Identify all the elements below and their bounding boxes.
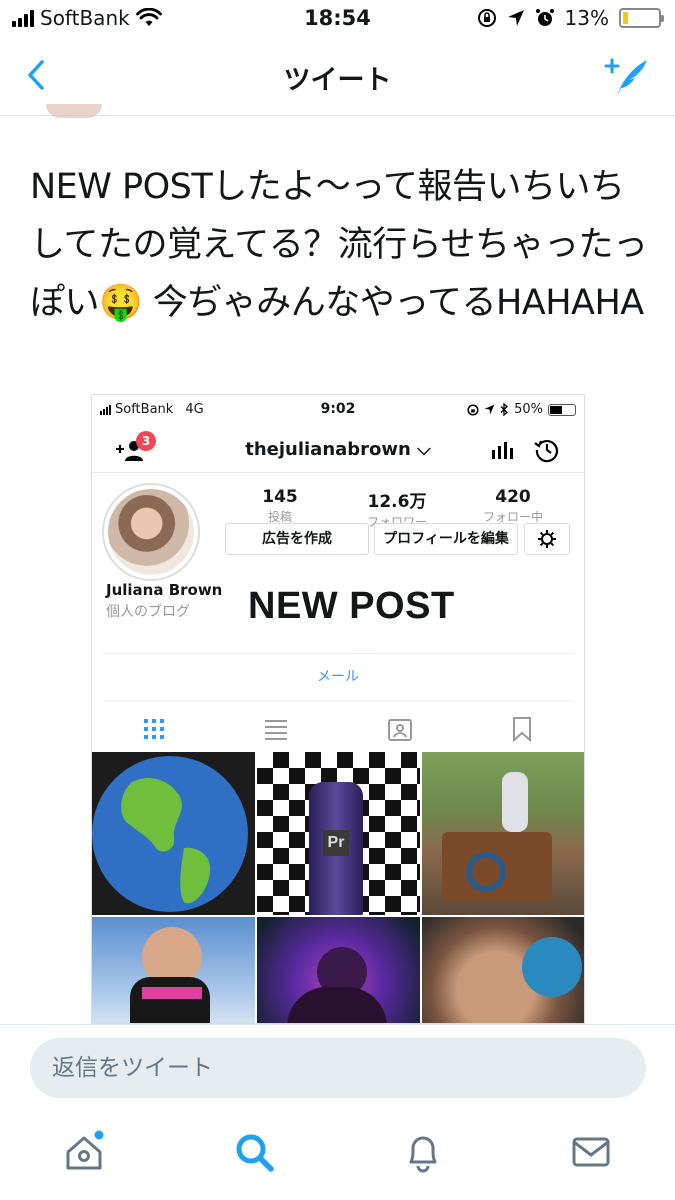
alarm-icon: [535, 9, 554, 26]
embed-status-bar: SoftBank 4G 9:02 50%: [92, 395, 584, 425]
grid-icon[interactable]: [140, 715, 168, 743]
post-thumbnail-bottle[interactable]: Pr: [257, 752, 420, 915]
promote-button[interactable]: 広告を作成: [225, 523, 369, 555]
post-thumbnail-beach[interactable]: [92, 917, 255, 1023]
battery-percent: 13%: [564, 6, 609, 30]
post-thumbnail-globe[interactable]: [92, 752, 255, 915]
status-bar: SoftBank 18:54 13%: [0, 0, 675, 40]
gear-icon: [538, 530, 556, 548]
divider: [0, 1024, 675, 1025]
new-post-overlay-text: NEW POST: [248, 585, 455, 627]
profile-bio: 個人のブログ: [106, 604, 190, 620]
bookmark-icon[interactable]: [508, 715, 536, 743]
embed-profile-header: 3 thejulianabrown ⌵: [92, 425, 584, 473]
post-thumbnail-neon[interactable]: [257, 917, 420, 1023]
tweet-attached-image[interactable]: SoftBank 4G 9:02 50% 3 thejulianabrown ⌵: [91, 394, 585, 1024]
bottom-tab-bar: [0, 1110, 675, 1200]
compose-tweet-icon[interactable]: [603, 54, 653, 98]
rotation-lock-icon: [477, 9, 496, 27]
notifications-icon[interactable]: [401, 1130, 445, 1174]
author-avatar[interactable]: [46, 104, 102, 118]
embed-battery-percent: 50%: [514, 402, 543, 417]
contact-email-button[interactable]: メール: [102, 653, 574, 701]
history-icon[interactable]: [534, 437, 560, 463]
location-icon: [507, 10, 524, 26]
embed-bluetooth-icon: [500, 403, 509, 416]
embed-profile-section: 145 投稿 12.6万 フォロワー 420 フォロー中 広告を作成 プロフィー…: [92, 473, 584, 653]
settings-button[interactable]: [524, 523, 570, 555]
embed-location-icon: [484, 404, 495, 415]
page-title: ツイート: [283, 65, 392, 96]
messages-icon[interactable]: [569, 1130, 613, 1174]
post-thumbnail-park[interactable]: [422, 752, 584, 915]
edit-profile-button[interactable]: プロフィールを編集: [374, 523, 518, 555]
insights-icon[interactable]: [490, 441, 514, 459]
tagged-icon[interactable]: [386, 715, 414, 743]
globe-icon: [92, 756, 248, 912]
list-icon[interactable]: [262, 715, 290, 743]
battery-icon: [619, 8, 664, 28]
stat-following[interactable]: 420 フォロー中: [458, 487, 568, 525]
stat-posts[interactable]: 145 投稿: [225, 487, 335, 525]
search-icon[interactable]: [232, 1130, 276, 1174]
post-grid: Pr: [92, 752, 584, 1023]
home-icon[interactable]: [62, 1130, 106, 1174]
profile-avatar[interactable]: [102, 483, 200, 581]
reply-input[interactable]: 返信をツイート: [30, 1038, 646, 1098]
tweet-text: NEW POSTしたよ〜って報告いちいちしてたの覚えてる？流行らせちゃったっぽい…: [30, 167, 648, 323]
post-thumbnail-portrait[interactable]: [422, 917, 584, 1023]
embed-rotation-lock-icon: [467, 403, 479, 416]
profile-name: Juliana Brown: [106, 581, 223, 599]
embed-profile-tabs: [92, 701, 584, 755]
embed-battery-icon: [548, 403, 576, 416]
